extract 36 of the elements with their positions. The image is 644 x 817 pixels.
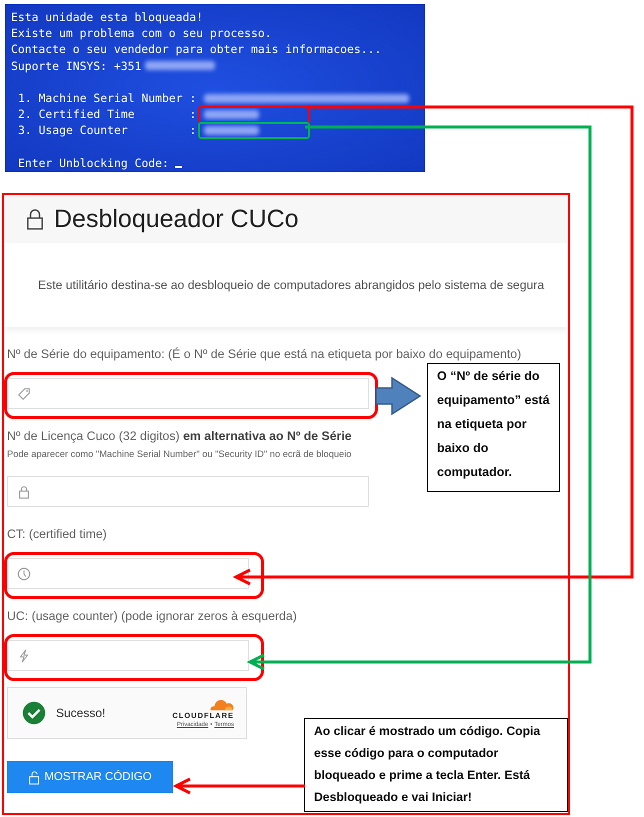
terminal-text: 1. Machine Serial Number : (18, 91, 196, 106)
unlock-icon (28, 770, 42, 784)
field-hint: Pode aparecer como "Machine Serial Number" ou "Security ID" no ecrã de bloqueio (7, 449, 352, 459)
input-field[interactable] (7, 476, 369, 507)
terminal-text: 3. Usage Counter : (18, 123, 196, 138)
input-field[interactable] (7, 378, 369, 409)
terminal-text: Existe um problema com o seu processo. (11, 26, 272, 40)
callout-text: O “Nº de série do equipamento” está na etiqueta por baixo do computador. (437, 369, 550, 479)
lock-icon (26, 208, 44, 230)
lock-icon (17, 484, 31, 498)
input-field[interactable] (7, 558, 249, 589)
block-arrow (375, 376, 422, 416)
check-icon (22, 701, 46, 725)
page-title: Desbloqueador CUCo (54, 204, 299, 234)
tag-icon (17, 386, 31, 400)
field-label: CT: (certified time) (7, 527, 107, 541)
terminal-text: 2. Certified Time : (18, 107, 196, 122)
text-cursor (174, 166, 182, 168)
field-label: UC: (usage counter) (pode ignorar zeros à esquerda) (7, 609, 297, 623)
captcha-status: Sucesso! (56, 706, 106, 720)
lightning-icon (17, 648, 31, 662)
terminal-text: Suporte INSYS: +351 (11, 58, 142, 73)
show-code-button[interactable]: MOSTRAR CÓDIGO (7, 761, 173, 793)
cloud-logo-icon (208, 698, 234, 710)
terminal-text: Enter Unblocking Code: (18, 156, 169, 170)
blurred-value (204, 126, 260, 135)
terminal-text: Esta unidade esta bloqueada! (11, 10, 204, 24)
terminal-text: Contacte o seu vendedor para obter mais informacoes... (11, 42, 382, 56)
field-label: Nº de Licença Cuco (32 digitos) em alternativa ao Nº de Série (7, 429, 352, 443)
blurred-value (204, 110, 260, 119)
clock-icon (17, 566, 31, 580)
field-label: Nº de Série do equipamento: (É o Nº de Série que está na etiqueta por baixo do equipamento) (7, 347, 522, 361)
intro-text: Este utilitário destina-se ao desbloqueio de computadores abrangidos pelo sistema de segura (38, 278, 544, 292)
blurred-value (145, 61, 216, 70)
input-field[interactable] (7, 640, 249, 671)
callout-text: Ao clicar é mostrado um código. Copia esse código para o computador bloqueado e prime a tecla Enter. Está Desbloqueado e vai Iniciar! (314, 724, 540, 804)
